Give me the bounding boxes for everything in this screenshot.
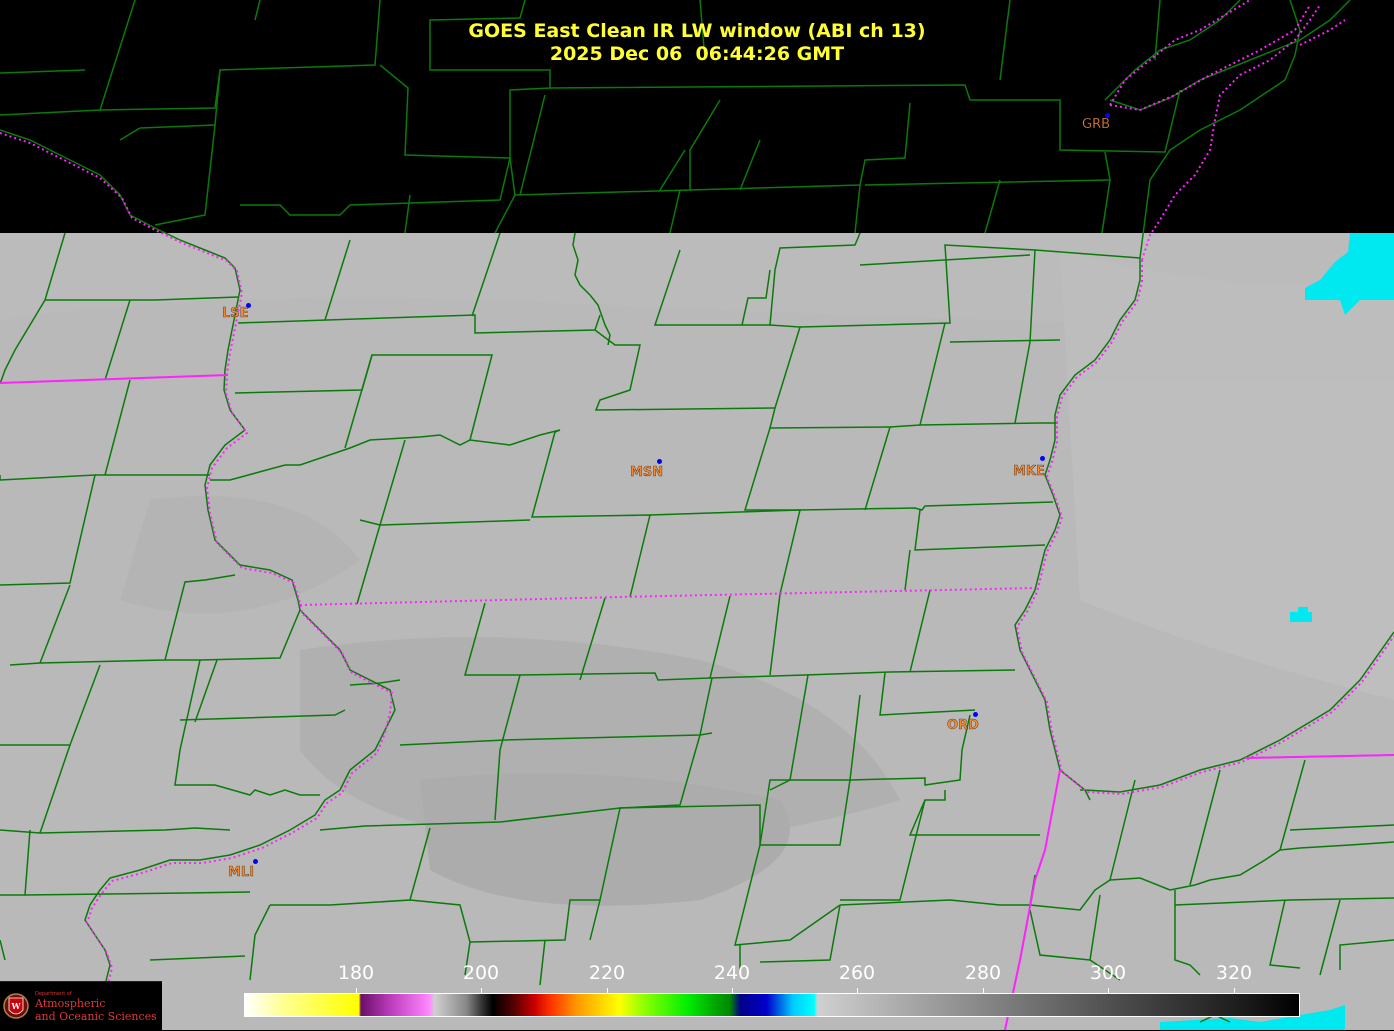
logo-line-1: Atmospheric bbox=[35, 997, 106, 1010]
satellite-map bbox=[0, 0, 1394, 1030]
colorbar-tick-label: 220 bbox=[588, 962, 626, 984]
title-line-2: 2025 Dec 06 06:44:26 GMT bbox=[549, 43, 845, 65]
logo-line-2: and Oceanic Sciences bbox=[35, 1010, 157, 1023]
station-label-lse: LSE bbox=[222, 306, 249, 321]
colorbar-tick-label: 280 bbox=[964, 962, 1002, 984]
station-dot-mli bbox=[253, 859, 258, 864]
station-dot-msn bbox=[657, 459, 662, 464]
svg-text:W: W bbox=[11, 1001, 22, 1011]
colorbar-tick-label: 320 bbox=[1215, 962, 1253, 984]
station-label-ord: ORD bbox=[947, 718, 979, 733]
colorbar-tick-label: 300 bbox=[1089, 962, 1127, 984]
station-label-mke: MKE bbox=[1013, 464, 1045, 479]
colorbar-tick-label: 200 bbox=[462, 962, 500, 984]
colorbar-tick-label: 180 bbox=[337, 962, 375, 984]
aos-logo: W Department of Atmospheric and Oceanic … bbox=[0, 981, 162, 1031]
station-label-grb: GRB bbox=[1082, 117, 1111, 132]
title-line-1: GOES East Clean IR LW window (ABI ch 13) bbox=[468, 20, 926, 42]
colorbar-tick-label: 240 bbox=[713, 962, 751, 984]
station-label-msn: MSN bbox=[630, 465, 664, 480]
station-label-mli: MLI bbox=[228, 865, 255, 880]
station-dot-mke bbox=[1040, 456, 1045, 461]
temperature-colorbar bbox=[244, 993, 1300, 1017]
colorbar-tick-label: 260 bbox=[838, 962, 876, 984]
uw-crest-icon: W bbox=[3, 993, 29, 1019]
image-title: GOES East Clean IR LW window (ABI ch 13)… bbox=[0, 20, 1394, 66]
station-dot-ord bbox=[973, 712, 978, 717]
